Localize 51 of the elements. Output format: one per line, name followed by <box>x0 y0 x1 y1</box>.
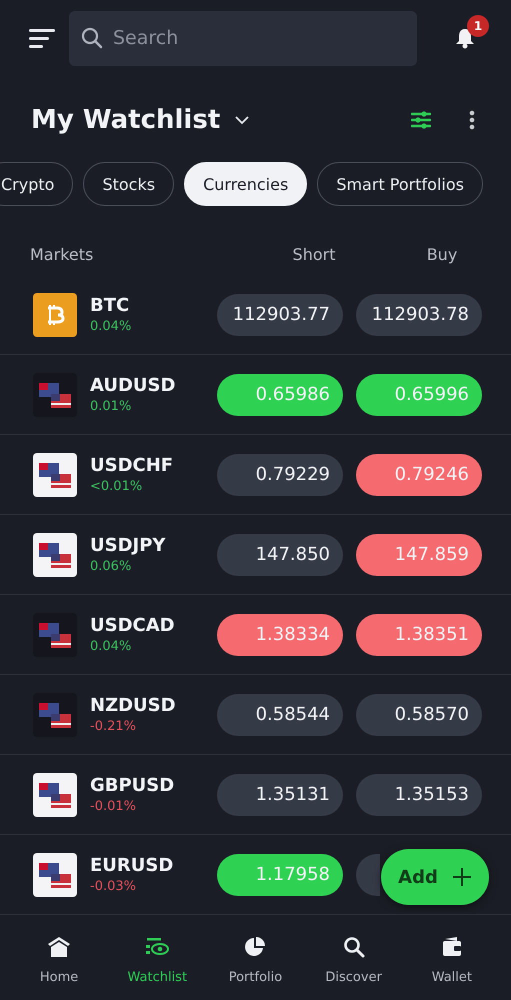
category-tab[interactable]: Currencies <box>184 162 308 206</box>
buy-price-button[interactable]: 112903.78 <box>356 294 482 336</box>
market-symbol: USDCAD <box>90 615 176 636</box>
change-percent: <0.01% <box>90 479 144 494</box>
market-symbol: BTC <box>90 295 130 316</box>
market-symbol: USDJPY <box>90 535 166 556</box>
add-button[interactable]: Add <box>381 849 489 905</box>
category-tab[interactable]: Smart Portfolios <box>317 162 483 206</box>
nav-tab[interactable]: Home <box>14 935 104 986</box>
column-header: Markets <box>30 244 94 264</box>
change-percent: -0.21% <box>90 719 137 734</box>
watchlist-title[interactable]: My Watchlist <box>31 105 220 135</box>
pie-chart-icon <box>243 936 268 958</box>
short-price-button[interactable]: 1.35131 <box>217 774 343 816</box>
nav-tab[interactable]: Portfolio <box>210 935 300 986</box>
change-percent: 0.01% <box>90 399 132 414</box>
change-percent: -0.03% <box>90 879 137 894</box>
change-percent: -0.01% <box>90 799 137 814</box>
column-header: Buy <box>426 244 458 264</box>
filter-sliders-icon[interactable] <box>411 110 431 130</box>
nav-tab[interactable]: Discover <box>308 935 399 986</box>
market-symbol: NZDUSD <box>90 695 177 716</box>
search-icon <box>342 936 366 958</box>
menu-icon[interactable] <box>29 28 55 48</box>
short-price-button[interactable]: 0.58544 <box>217 694 343 736</box>
more-options-icon[interactable] <box>469 110 475 130</box>
market-symbol: GBPUSD <box>90 775 176 796</box>
market-symbol: EURUSD <box>90 855 174 876</box>
change-percent: 0.04% <box>90 319 132 334</box>
nav-tab[interactable]: Wallet <box>406 935 497 986</box>
eye-list-icon <box>145 936 170 958</box>
bell-icon[interactable] <box>455 27 475 49</box>
change-percent: 0.04% <box>90 639 132 654</box>
home-icon <box>47 936 72 958</box>
market-symbol: AUDUSD <box>90 375 176 396</box>
chevron-down-icon[interactable] <box>234 115 250 125</box>
buy-price-button[interactable]: 1.35153 <box>356 774 482 816</box>
category-tab[interactable]: Crypto <box>0 162 74 206</box>
market-symbol: USDCHF <box>90 455 174 476</box>
column-header: Short <box>292 244 336 264</box>
change-percent: 0.06% <box>90 559 132 574</box>
buy-price-button[interactable]: 0.58570 <box>356 694 482 736</box>
short-price-button[interactable]: 147.850 <box>217 534 343 576</box>
category-tab[interactable]: Stocks <box>83 162 174 206</box>
notification-badge: 1 <box>467 15 489 37</box>
search-field[interactable]: Search <box>69 10 417 66</box>
nav-tab[interactable]: Watchlist <box>112 935 202 986</box>
search-icon <box>81 26 103 48</box>
short-price-button[interactable]: 112903.77 <box>217 294 343 336</box>
plus-icon <box>452 867 472 887</box>
short-price-button[interactable]: 0.79229 <box>217 454 343 496</box>
